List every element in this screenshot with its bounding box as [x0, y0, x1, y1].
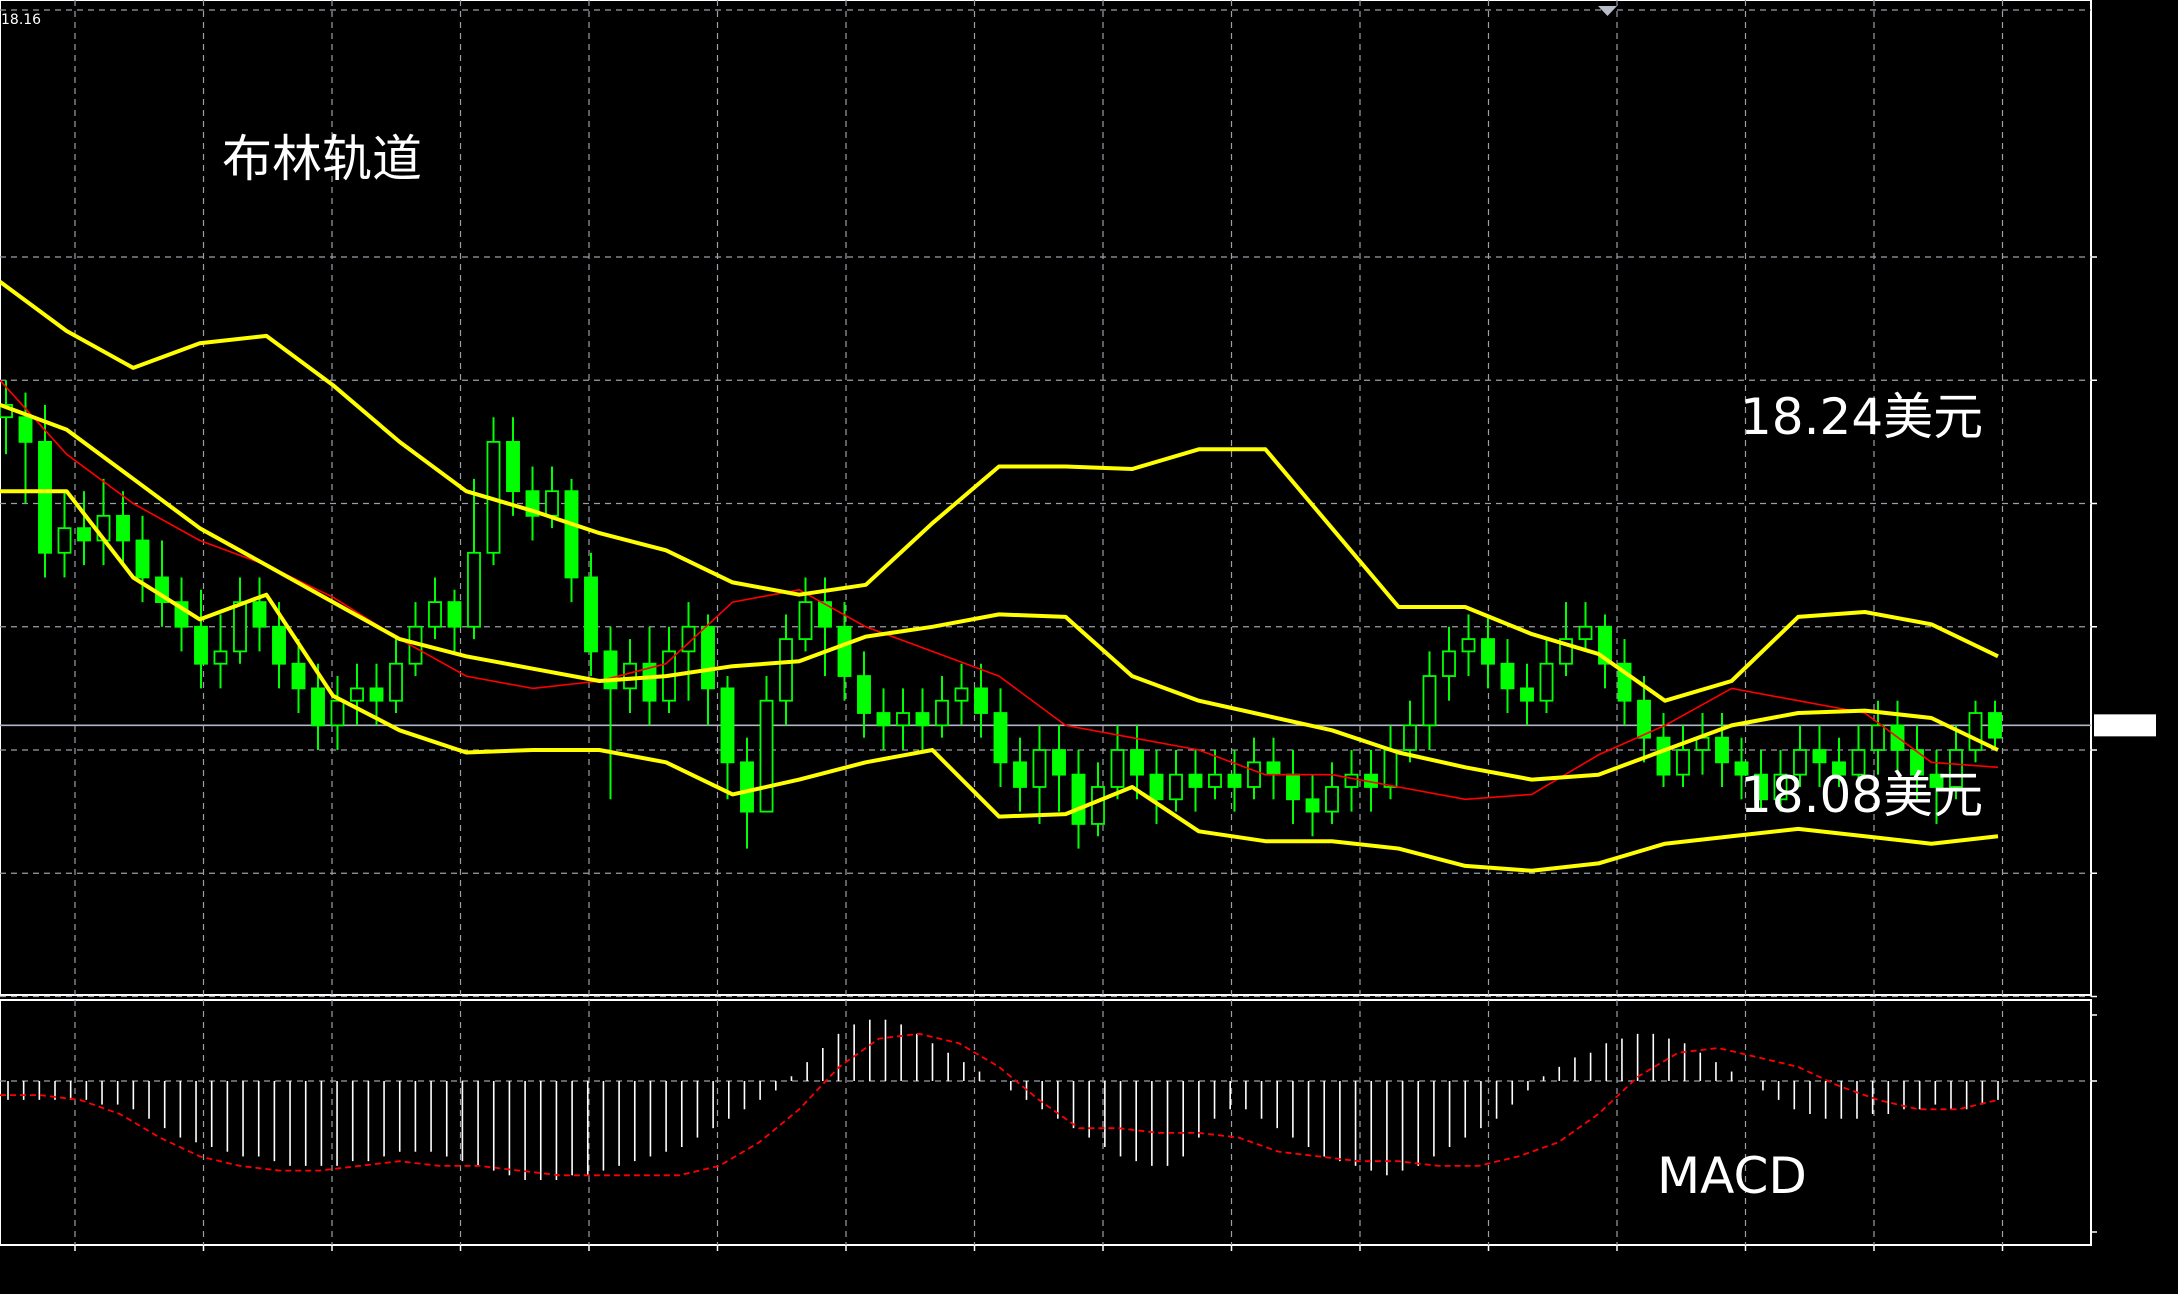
candle-bull	[1461, 638, 1476, 653]
candle-bear	[1266, 761, 1281, 776]
candle-bear	[837, 625, 852, 677]
candle-bear	[584, 576, 598, 653]
candle-bear	[1188, 773, 1203, 788]
candle-bear	[1715, 736, 1729, 764]
candle-bear	[701, 625, 715, 690]
candle-bull	[954, 687, 969, 702]
candle-bull	[1383, 749, 1398, 788]
upper-band-note: 18.24美元	[1740, 388, 1983, 446]
candle-bull	[1676, 749, 1690, 776]
candle-bull	[935, 699, 949, 727]
candle-bull	[1344, 773, 1359, 788]
current-price-box	[2094, 714, 2156, 737]
candle-bull	[330, 699, 345, 727]
candle-bull	[1539, 662, 1554, 702]
candle-bull	[467, 551, 481, 628]
candle-bull	[1871, 724, 1885, 751]
candle-bear	[564, 490, 579, 579]
candle-bull	[759, 699, 774, 813]
candle-bear	[272, 625, 286, 665]
candle-bear	[1500, 662, 1515, 690]
candle-bear	[1305, 798, 1320, 813]
candle-bear	[447, 601, 462, 628]
candle-bear	[603, 650, 618, 690]
candle-bull	[779, 638, 793, 702]
candle-bull	[1208, 773, 1222, 788]
candle-bear	[1988, 712, 2002, 739]
candle-bull	[57, 527, 72, 554]
candle-bear	[993, 712, 1008, 764]
candle-bear	[1656, 736, 1671, 776]
candle-bull	[1032, 749, 1047, 788]
candle-bull	[1169, 773, 1183, 801]
candle-bull	[213, 650, 228, 665]
candle-bear	[38, 440, 52, 554]
candle-bear	[369, 687, 384, 702]
candle-bear	[506, 440, 520, 493]
candle-bear	[1052, 749, 1066, 776]
candle-bull	[1442, 650, 1456, 677]
candle-bull	[1578, 625, 1593, 640]
candle-bear	[116, 514, 130, 542]
candle-bear	[311, 687, 325, 727]
candle-bull	[623, 662, 637, 690]
candle-bear	[720, 687, 735, 764]
candle-bull	[1110, 749, 1125, 788]
candle-bull	[1968, 712, 1983, 751]
candle-bear	[1071, 773, 1086, 825]
candle-bear	[135, 539, 150, 579]
macd-title: MACD	[1657, 1147, 1807, 1205]
candle-bull	[1091, 786, 1105, 825]
candle-bear	[291, 662, 306, 690]
chart-canvas: 18.16 布林轨道 18.24美元 18.08美元 MACD	[0, 0, 2178, 1294]
candle-bull	[798, 601, 813, 640]
candle-bull	[896, 712, 910, 727]
candle-bear	[1520, 687, 1534, 702]
candle-bull	[389, 662, 403, 702]
top-left-price-label: 18.16	[1, 12, 41, 28]
candle-bear	[915, 712, 930, 727]
bollinger-title: 布林轨道	[222, 130, 422, 188]
candle-bull	[428, 601, 442, 628]
lower-band-note: 18.08美元	[1740, 766, 1983, 824]
candle-bear	[1812, 749, 1827, 764]
candle-bear	[1149, 773, 1164, 801]
candle-bull	[1422, 675, 1437, 727]
candle-bull	[1403, 724, 1417, 751]
candle-bull	[233, 601, 247, 653]
candle-bull	[1247, 761, 1261, 788]
candle-bear	[1286, 773, 1300, 801]
candle-bear	[876, 712, 891, 727]
candle-bull	[1325, 786, 1339, 813]
candle-bull	[545, 490, 559, 517]
candle-bear	[974, 687, 988, 714]
candle-bear	[77, 527, 91, 542]
candle-bear	[1013, 761, 1027, 788]
candle-bear	[740, 761, 754, 813]
candle-bear	[1130, 749, 1144, 776]
candle-bear	[18, 416, 33, 443]
candle-bull	[350, 687, 364, 702]
candle-bear	[1481, 638, 1495, 665]
candle-bear	[194, 625, 208, 665]
candle-bear	[857, 675, 871, 714]
candle-bear	[252, 601, 267, 628]
candle-bear	[1227, 773, 1242, 788]
